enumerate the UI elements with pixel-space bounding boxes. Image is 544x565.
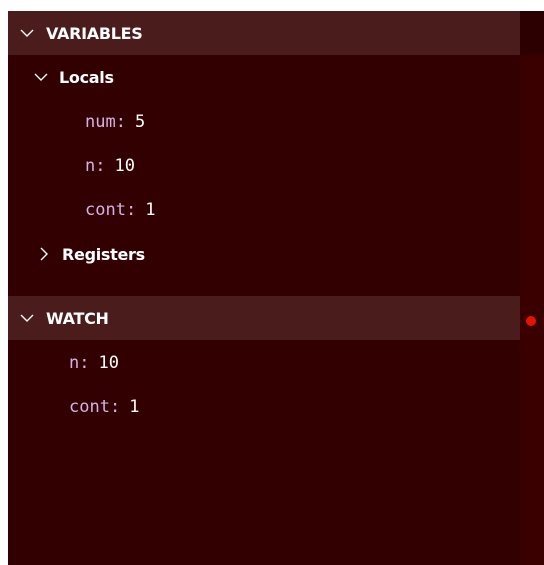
debug-panel: VARIABLES Locals num: 5 n: 10 cont: 1 Re…: [8, 11, 544, 565]
chevron-right-icon[interactable]: [36, 246, 52, 262]
watch-expression-n[interactable]: n: 10: [69, 349, 119, 377]
registers-label: Registers: [62, 244, 145, 264]
editor-gutter: [520, 11, 544, 565]
watch-title: WATCH: [46, 308, 109, 328]
local-variable-n[interactable]: n: 10: [85, 152, 135, 180]
locals-label: Locals: [59, 67, 114, 87]
editor-tab-bar: [520, 11, 544, 55]
locals-scope[interactable]: Locals: [33, 62, 114, 92]
chevron-down-icon[interactable]: [18, 309, 36, 327]
debug-sidebar: VARIABLES Locals num: 5 n: 10 cont: 1 Re…: [8, 11, 520, 565]
variables-section-header[interactable]: VARIABLES: [8, 11, 520, 55]
watch-section-header[interactable]: WATCH: [8, 296, 520, 340]
chevron-down-icon[interactable]: [33, 69, 49, 85]
registers-scope[interactable]: Registers: [36, 239, 145, 269]
local-variable-num[interactable]: num: 5: [85, 108, 145, 136]
watch-expression-cont[interactable]: cont: 1: [69, 393, 139, 421]
variables-title: VARIABLES: [46, 23, 143, 43]
local-variable-cont[interactable]: cont: 1: [85, 196, 155, 224]
chevron-down-icon[interactable]: [18, 24, 36, 42]
breakpoint-icon[interactable]: [526, 316, 536, 326]
